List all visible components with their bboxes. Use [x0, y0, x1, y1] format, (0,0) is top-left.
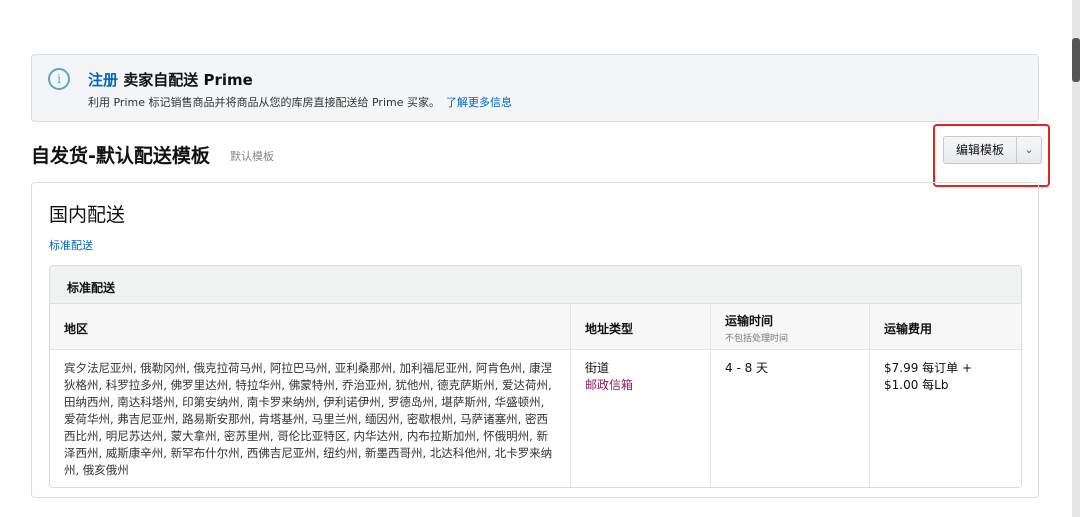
time-cell: 4 - 8 天	[711, 350, 870, 487]
fee-per-order: $7.99 每订单 +	[884, 361, 973, 375]
scrollbar[interactable]	[1072, 0, 1080, 517]
address-cell: 街道 邮政信箱	[571, 350, 711, 487]
transit-time-label: 运输时间	[725, 314, 774, 328]
col-transit-time: 运输时间不包括处理时间	[711, 304, 870, 349]
fee-cell: $7.99 每订单 + $1.00 每Lb	[870, 350, 1021, 487]
banner-title-text: 卖家自配送 Prime	[123, 71, 253, 89]
table-header: 地区 地址类型 运输时间不包括处理时间 运输费用	[50, 304, 1021, 350]
col-address-type: 地址类型	[571, 304, 711, 349]
col-fee: 运输费用	[884, 322, 933, 336]
highlight-box	[933, 124, 1050, 187]
domestic-shipping-card: 国内配送 标准配送 标准配送 地区 地址类型 运输时间不包括处理时间 运输费用 …	[31, 182, 1039, 498]
region-cell: 宾夕法尼亚州, 俄勒冈州, 俄克拉荷马州, 阿拉巴马州, 亚利桑那州, 加利福尼…	[50, 350, 571, 487]
default-template-label: 默认模板	[230, 150, 274, 163]
address-po-box: 邮政信箱	[585, 378, 634, 392]
table-title: 标准配送	[50, 266, 1021, 304]
learn-more-link[interactable]: 了解更多信息	[446, 96, 512, 109]
section-title: 国内配送	[49, 204, 126, 226]
banner-title: 注册 卖家自配送 Prime	[88, 69, 253, 90]
page-title: 自发货-默认配送模板	[31, 145, 210, 167]
transit-note: 不包括处理时间	[725, 334, 789, 344]
table-row: 宾夕法尼亚州, 俄勒冈州, 俄克拉荷马州, 阿拉巴马州, 亚利桑那州, 加利福尼…	[50, 350, 1021, 487]
register-link[interactable]: 注册	[88, 71, 118, 89]
info-icon: i	[48, 68, 70, 90]
shipping-table: 标准配送 地区 地址类型 运输时间不包括处理时间 运输费用 宾夕法尼亚州, 俄勒…	[49, 265, 1022, 488]
prime-banner: i 注册 卖家自配送 Prime 利用 Prime 标记销售商品并将商品从您的库…	[31, 54, 1039, 122]
banner-description: 利用 Prime 标记销售商品并将商品从您的库房直接配送给 Prime 买家。了…	[88, 94, 512, 110]
col-region: 地区	[50, 304, 571, 349]
fee-per-lb: $1.00 每Lb	[884, 378, 949, 392]
scrollbar-thumb[interactable]	[1072, 38, 1080, 82]
standard-shipping-link[interactable]: 标准配送	[49, 237, 93, 253]
banner-desc-text: 利用 Prime 标记销售商品并将商品从您的库房直接配送给 Prime 买家。	[88, 96, 440, 109]
address-street: 街道	[585, 361, 610, 375]
